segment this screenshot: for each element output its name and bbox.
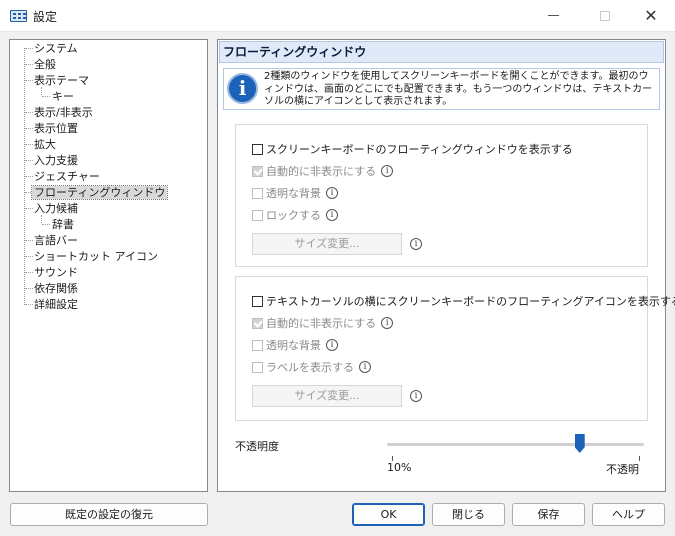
transparent-bg-checkbox bbox=[252, 187, 263, 199]
slider-tick bbox=[639, 456, 640, 461]
tree-item-position[interactable]: 表示位置 bbox=[34, 121, 78, 136]
keyboard-icon bbox=[10, 10, 27, 22]
settings-tree[interactable]: システム 全般 表示テーマ キー 表示/非表示 表示位置 拡大 入力支援 ジェス… bbox=[9, 39, 208, 492]
tree-line bbox=[41, 87, 42, 95]
tree-item-theme[interactable]: 表示テーマ bbox=[34, 73, 89, 88]
lock-checkbox bbox=[252, 209, 263, 221]
show-label-option: ラベルを表示する i bbox=[252, 359, 371, 375]
tree-item-shortcut-icon[interactable]: ショートカット アイコン bbox=[34, 249, 158, 264]
window-title: 設定 bbox=[33, 10, 58, 24]
auto-hide-option: 自動的に非表示にする i bbox=[252, 163, 394, 179]
opacity-max-label: 不透明 bbox=[606, 463, 639, 476]
info-small-icon[interactable]: i bbox=[326, 339, 338, 351]
close-window-button[interactable]: ✕ bbox=[628, 0, 674, 31]
icon-transparent-bg-option: 透明な背景 i bbox=[252, 337, 338, 353]
auto-hide-checkbox bbox=[252, 165, 263, 177]
info-small-icon[interactable]: i bbox=[381, 165, 394, 177]
icon-transparent-bg-checkbox bbox=[252, 339, 263, 351]
restore-defaults-button[interactable]: 既定の設定の復元 bbox=[10, 503, 208, 526]
icon-auto-hide-checkbox bbox=[252, 317, 263, 329]
info-small-icon[interactable]: i bbox=[381, 317, 394, 329]
title-bar: 設定 ✕ bbox=[0, 0, 675, 32]
opacity-min-label: 10% bbox=[387, 461, 412, 474]
floating-icon-group: テキストカーソルの横にスクリーンキーボードのフローティングアイコンを表示する 自… bbox=[235, 276, 675, 421]
info-small-icon[interactable]: i bbox=[410, 390, 422, 402]
panel-title: フローティングウィンドウ bbox=[219, 41, 664, 63]
info-small-icon[interactable]: i bbox=[359, 361, 371, 373]
tree-item-show-hide[interactable]: 表示/非表示 bbox=[34, 105, 93, 120]
tree-item-candidates[interactable]: 入力候補 bbox=[34, 201, 78, 216]
tree-item-zoom[interactable]: 拡大 bbox=[34, 137, 56, 152]
maximize-icon bbox=[600, 10, 610, 21]
ok-button[interactable]: OK bbox=[352, 503, 425, 526]
icon-resize-button: サイズ変更... bbox=[252, 385, 402, 407]
show-floating-icon-checkbox[interactable] bbox=[252, 295, 263, 307]
info-small-icon[interactable]: i bbox=[326, 187, 338, 199]
tree-item-advanced[interactable]: 詳細設定 bbox=[34, 297, 78, 312]
floating-window-group: スクリーンキーボードのフローティングウィンドウを表示する 自動的に非表示にする … bbox=[235, 124, 648, 267]
opacity-slider[interactable] bbox=[387, 443, 644, 446]
transparent-bg-option: 透明な背景 i bbox=[252, 185, 338, 201]
info-small-icon[interactable]: i bbox=[326, 209, 338, 221]
show-label-checkbox bbox=[252, 361, 263, 373]
info-small-icon[interactable]: i bbox=[410, 238, 422, 250]
settings-panel: フローティングウィンドウ i 2種類のウィンドウを使用してスクリーンキーボードを… bbox=[217, 39, 675, 492]
show-floating-window-checkbox[interactable] bbox=[252, 143, 263, 155]
lock-option: ロックする i bbox=[252, 207, 338, 223]
opacity-label: 不透明度 bbox=[235, 440, 279, 453]
tree-item-floating-window[interactable]: フローティングウィンドウ bbox=[30, 185, 169, 200]
tree-item-general[interactable]: 全般 bbox=[34, 57, 56, 72]
tree-item-sound[interactable]: サウンド bbox=[34, 265, 78, 280]
close-icon: ✕ bbox=[644, 6, 658, 25]
tree-item-gestures[interactable]: ジェスチャー bbox=[34, 169, 100, 184]
opacity-slider-thumb[interactable] bbox=[574, 434, 585, 453]
tree-line bbox=[41, 215, 42, 223]
close-button[interactable]: 閉じる bbox=[432, 503, 505, 526]
resize-button: サイズ変更... bbox=[252, 233, 402, 255]
tree-item-language-bar[interactable]: 言語バー bbox=[34, 233, 78, 248]
show-floating-window-option[interactable]: スクリーンキーボードのフローティングウィンドウを表示する bbox=[252, 141, 573, 157]
tree-item-dependencies[interactable]: 依存関係 bbox=[34, 281, 78, 296]
tree-item-keys[interactable]: キー bbox=[52, 89, 74, 104]
show-floating-icon-option[interactable]: テキストカーソルの横にスクリーンキーボードのフローティングアイコンを表示する bbox=[252, 293, 675, 309]
info-box: i 2種類のウィンドウを使用してスクリーンキーボードを開くことができます。最初の… bbox=[223, 68, 660, 110]
tree-item-system[interactable]: システム bbox=[34, 41, 78, 56]
info-text: 2種類のウィンドウを使用してスクリーンキーボードを開くことができます。最初のウィ… bbox=[264, 71, 653, 107]
icon-auto-hide-option: 自動的に非表示にする i bbox=[252, 315, 394, 331]
maximize-button[interactable] bbox=[582, 0, 628, 31]
tree-item-input-assist[interactable]: 入力支援 bbox=[34, 153, 78, 168]
tree-item-dictionary[interactable]: 辞書 bbox=[52, 217, 74, 232]
info-icon: i bbox=[227, 73, 258, 104]
minimize-icon bbox=[547, 15, 559, 16]
save-button[interactable]: 保存 bbox=[512, 503, 585, 526]
help-button[interactable]: ヘルプ bbox=[592, 503, 665, 526]
minimize-button[interactable] bbox=[530, 0, 576, 31]
